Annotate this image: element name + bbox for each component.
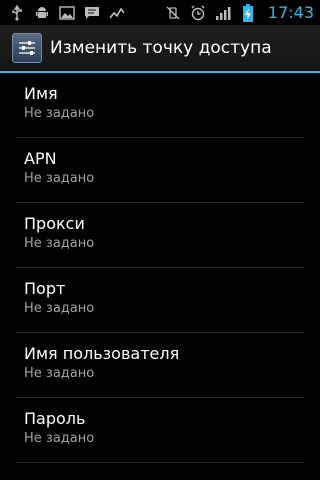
preference-list: Имя Не задано APN Не задано Прокси Не за…: [0, 73, 320, 463]
preference-password[interactable]: Пароль Не задано: [0, 398, 320, 463]
preference-title: Имя пользователя: [24, 344, 180, 363]
system-icons: 17:43: [164, 3, 314, 22]
android-debug-icon: [33, 4, 51, 22]
vibrate-mute-icon: [164, 4, 182, 22]
page-title: Изменить точку доступа: [50, 38, 272, 58]
preference-summary: Не задано: [24, 106, 95, 121]
alarm-icon: [189, 4, 207, 22]
preference-apn[interactable]: APN Не задано: [0, 138, 320, 203]
preference-title: Пароль: [24, 409, 86, 428]
notification-icons: [8, 4, 126, 22]
preference-port[interactable]: Порт Не задано: [0, 268, 320, 333]
image-icon: [58, 4, 76, 22]
preference-title: APN: [24, 149, 57, 168]
battery-charging-icon: [239, 3, 257, 22]
preference-summary: Не задано: [24, 301, 95, 316]
preference-summary: Не задано: [24, 171, 95, 186]
message-icon: [83, 4, 101, 22]
preference-username[interactable]: Имя пользователя Не задано: [0, 333, 320, 398]
status-bar: 17:43: [0, 0, 320, 25]
preference-summary: Не задано: [24, 236, 95, 251]
usb-icon: [8, 4, 26, 22]
preference-summary: Не задано: [24, 431, 95, 446]
preference-name[interactable]: Имя Не задано: [0, 73, 320, 138]
activity-icon: [108, 4, 126, 22]
preference-summary: Не задано: [24, 366, 95, 381]
settings-sliders-icon[interactable]: [12, 33, 42, 63]
action-bar: Изменить точку доступа: [0, 25, 320, 73]
preference-title: Порт: [24, 279, 66, 298]
preference-proxy[interactable]: Прокси Не задано: [0, 203, 320, 268]
preference-title: Прокси: [24, 214, 85, 233]
clock: 17:43: [267, 3, 314, 22]
preference-title: Имя: [24, 84, 58, 103]
signal-icon: [214, 4, 232, 22]
